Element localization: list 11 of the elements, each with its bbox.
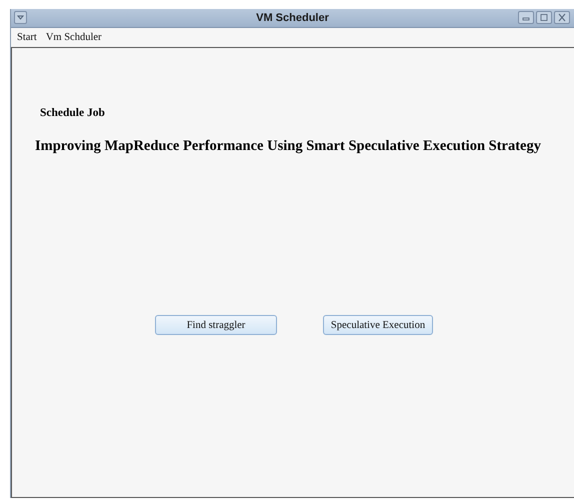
menu-item[interactable]: Start (17, 32, 37, 42)
window-title: VM Scheduler (256, 12, 329, 24)
minimize-icon[interactable] (518, 11, 534, 24)
close-icon[interactable] (554, 11, 570, 24)
action-button[interactable]: Speculative Execution (323, 315, 433, 335)
maximize-icon[interactable] (536, 11, 552, 24)
action-button[interactable]: Find straggler (155, 315, 277, 335)
caret-icon[interactable] (14, 11, 27, 24)
section-label: Schedule Job (40, 107, 106, 119)
menu-item[interactable]: Vm Schduler (46, 32, 102, 42)
page-heading: Improving MapReduce Performance Using Smart Speculative Execution Strategy (34, 138, 542, 155)
